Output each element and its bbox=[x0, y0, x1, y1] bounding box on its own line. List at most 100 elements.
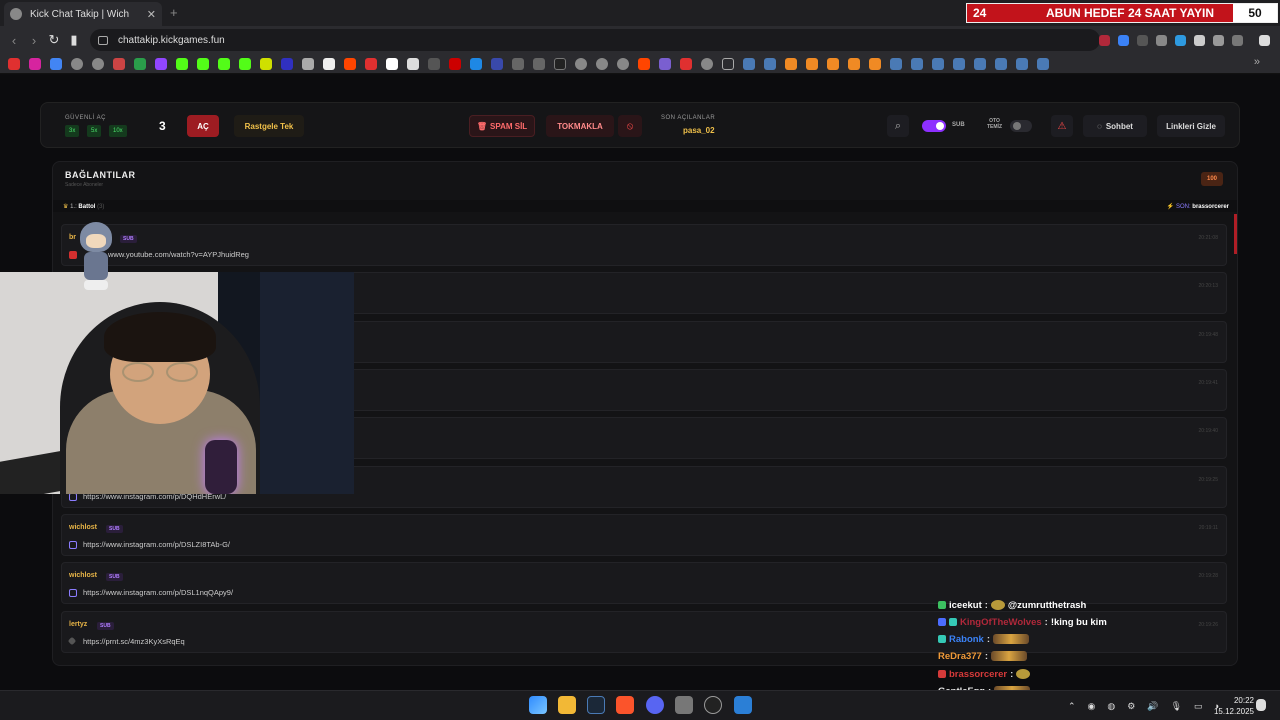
forward-icon[interactable]: › bbox=[24, 33, 44, 48]
discord-icon[interactable] bbox=[646, 696, 664, 714]
sohbet-button[interactable]: ◌ Sohbet bbox=[1083, 115, 1147, 137]
drive-bookmark-icon[interactable] bbox=[134, 57, 146, 70]
bookmark-icon[interactable] bbox=[827, 57, 839, 70]
steam-bookmark-icon[interactable] bbox=[995, 57, 1007, 70]
steam-bookmark-icon[interactable] bbox=[911, 57, 923, 70]
app-icon[interactable] bbox=[675, 696, 693, 714]
volume-icon[interactable]: 🔊 bbox=[1147, 701, 1158, 712]
row-user[interactable]: wichlost bbox=[69, 524, 97, 531]
bookmark-icon[interactable] bbox=[281, 57, 293, 70]
sub-only-toggle[interactable] bbox=[922, 120, 946, 132]
back-icon[interactable]: ‹ bbox=[4, 33, 24, 48]
reddit-bookmark-icon[interactable] bbox=[638, 57, 650, 70]
twitch-bookmark-icon[interactable] bbox=[155, 57, 167, 70]
row-user[interactable]: wichlost bbox=[69, 572, 97, 579]
reddit-bookmark-icon[interactable] bbox=[344, 57, 356, 70]
youtube-bookmark-icon[interactable] bbox=[8, 57, 20, 70]
puzzle-icon[interactable] bbox=[1213, 34, 1224, 46]
steam-tray-icon[interactable]: ◍ bbox=[1107, 701, 1115, 712]
globe-bookmark-icon[interactable] bbox=[92, 57, 104, 70]
bookmark-icon[interactable] bbox=[365, 57, 377, 70]
ublock-icon[interactable] bbox=[1099, 34, 1110, 46]
bookmark-icon[interactable] bbox=[386, 57, 398, 70]
globe-bookmark-icon[interactable] bbox=[617, 57, 629, 70]
row-link[interactable]: www.youtube.com/watch?v=AYPJhuidReg bbox=[108, 250, 249, 259]
bookmark-icon[interactable] bbox=[470, 57, 482, 70]
row-user[interactable]: lertyz bbox=[69, 621, 87, 628]
bookmark-icon[interactable] bbox=[491, 57, 503, 70]
file-explorer-icon[interactable] bbox=[558, 696, 576, 714]
globe-bookmark-icon[interactable] bbox=[701, 57, 713, 70]
globe-bookmark-icon[interactable] bbox=[71, 57, 83, 70]
search-icon[interactable]: ⌕ bbox=[887, 115, 909, 137]
kick-bookmark-icon[interactable] bbox=[218, 57, 230, 70]
rastgele-tek-button[interactable]: Rastgele Tek bbox=[234, 115, 304, 137]
row-link[interactable]: https://www.instagram.com/p/DSL1nqQApy9/ bbox=[83, 588, 233, 597]
gmail-bookmark-icon[interactable] bbox=[113, 57, 125, 70]
folder-bookmark-icon[interactable] bbox=[722, 57, 734, 70]
microphone-icon[interactable]: 🎙 bbox=[1171, 701, 1182, 712]
steam-bookmark-icon[interactable] bbox=[743, 57, 755, 70]
warning-icon[interactable]: ⚠ bbox=[1051, 115, 1073, 137]
row-link[interactable]: https://prnt.sc/4mz3KyXsRqEq bbox=[83, 637, 185, 646]
extension-icon[interactable] bbox=[1118, 34, 1129, 46]
bookmark-icon[interactable] bbox=[806, 57, 818, 70]
oto-temiz-toggle[interactable] bbox=[1010, 120, 1032, 132]
extension-icon[interactable] bbox=[1156, 34, 1167, 46]
app-icon[interactable] bbox=[734, 696, 752, 714]
system-clock[interactable]: 20:22 15.12.2025 bbox=[1214, 695, 1254, 717]
tokmakla-button[interactable]: TOKMAKLA bbox=[546, 115, 614, 137]
steam-bookmark-icon[interactable] bbox=[764, 57, 776, 70]
bookmark-icon[interactable]: ▮ bbox=[64, 32, 84, 48]
extension-icon[interactable] bbox=[1137, 34, 1148, 46]
kick-bookmark-icon[interactable] bbox=[197, 57, 209, 70]
instagram-bookmark-icon[interactable] bbox=[29, 57, 41, 70]
ban-icon[interactable]: ⦸ bbox=[618, 115, 642, 137]
sidebar-icon[interactable] bbox=[1232, 34, 1243, 46]
extension-icon[interactable] bbox=[1175, 34, 1186, 46]
brave-icon[interactable] bbox=[616, 696, 634, 714]
link-row[interactable]: br SUB www.youtube.com/watch?v=AYPJhuidR… bbox=[61, 224, 1227, 266]
steam-bookmark-icon[interactable] bbox=[1016, 57, 1028, 70]
address-bar[interactable]: chattakip.kickgames.fun bbox=[90, 29, 1100, 51]
globe-bookmark-icon[interactable] bbox=[575, 57, 587, 70]
display-icon[interactable]: ▭ bbox=[1194, 701, 1203, 712]
network-icon[interactable]: ⚙ bbox=[1127, 701, 1135, 712]
spam-sil-button[interactable]: 🗑 SPAM SİL bbox=[469, 115, 535, 137]
site-info-icon[interactable] bbox=[98, 35, 108, 45]
steam-bookmark-icon[interactable] bbox=[890, 57, 902, 70]
bookmark-icon[interactable] bbox=[869, 57, 881, 70]
bookmark-icon[interactable] bbox=[659, 57, 671, 70]
ac-button[interactable]: AÇ bbox=[187, 115, 219, 137]
bookmark-icon[interactable] bbox=[407, 57, 419, 70]
more-bookmarks-button[interactable]: » bbox=[1254, 56, 1260, 68]
bookmark-icon[interactable] bbox=[785, 57, 797, 70]
bookmark-icon[interactable] bbox=[680, 57, 692, 70]
notification-icon[interactable] bbox=[1256, 699, 1266, 711]
extension-icon[interactable] bbox=[1194, 34, 1205, 46]
link-row[interactable]: wichlost SUB https://www.instagram.com/p… bbox=[61, 514, 1227, 556]
close-tab-icon[interactable]: ✕ bbox=[147, 8, 156, 21]
bookmark-icon[interactable] bbox=[449, 57, 461, 70]
bookmark-icon[interactable] bbox=[302, 57, 314, 70]
row-link[interactable]: https://www.instagram.com/p/DSLZI8TAb-G/ bbox=[83, 540, 230, 549]
bookmark-icon[interactable] bbox=[848, 57, 860, 70]
multiplier-10x-button[interactable]: 10x bbox=[109, 125, 127, 137]
steam-bookmark-icon[interactable] bbox=[932, 57, 944, 70]
x-bookmark-icon[interactable] bbox=[323, 57, 335, 70]
steam-icon[interactable] bbox=[587, 696, 605, 714]
bookmark-icon[interactable] bbox=[428, 57, 440, 70]
chevron-up-icon[interactable]: ⌃ bbox=[1068, 701, 1076, 712]
bookmark-icon[interactable] bbox=[512, 57, 524, 70]
bookmark-icon[interactable] bbox=[260, 57, 272, 70]
menu-icon[interactable] bbox=[1259, 34, 1270, 46]
steam-bookmark-icon[interactable] bbox=[1037, 57, 1049, 70]
bookmark-icon[interactable] bbox=[554, 57, 566, 70]
kick-bookmark-icon[interactable] bbox=[176, 57, 188, 70]
steam-bookmark-icon[interactable] bbox=[953, 57, 965, 70]
obs-icon[interactable] bbox=[704, 696, 722, 714]
multiplier-3x-button[interactable]: 3x bbox=[65, 125, 80, 137]
linkleri-gizle-button[interactable]: Linkleri Gizle bbox=[1157, 115, 1225, 137]
windows-start-icon[interactable] bbox=[529, 696, 547, 714]
new-tab-button[interactable]: + bbox=[170, 5, 178, 20]
